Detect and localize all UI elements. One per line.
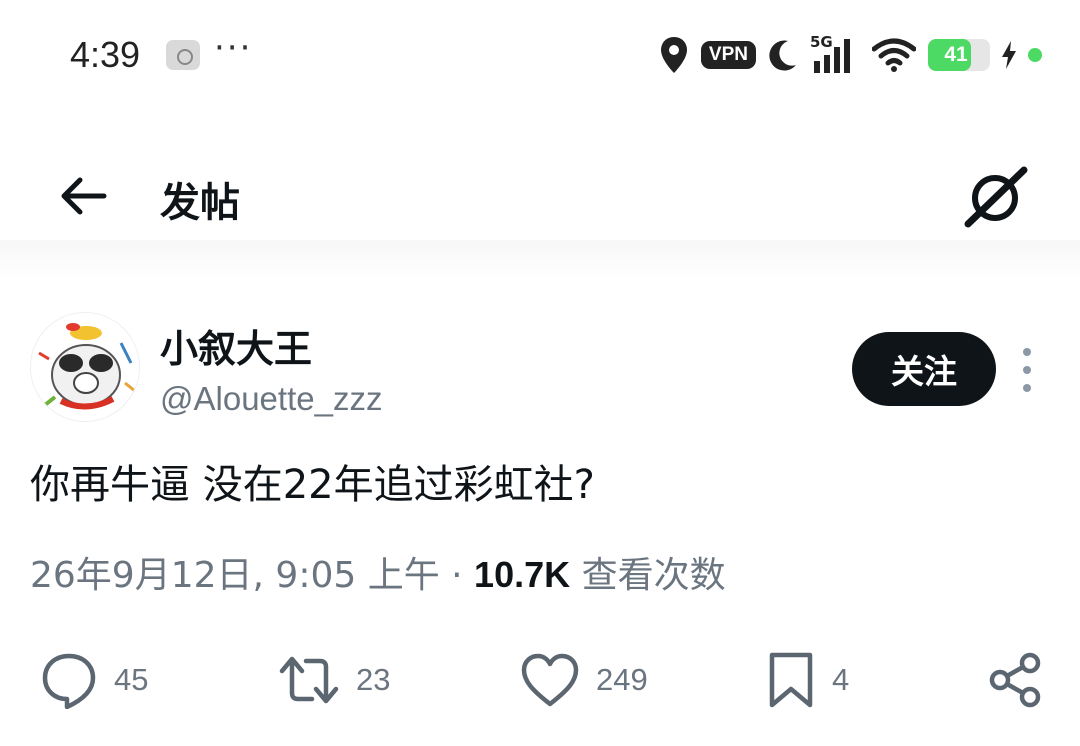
bookmark-button[interactable]: 4 xyxy=(766,650,849,710)
like-button[interactable]: 249 xyxy=(520,650,648,710)
bookmark-icon xyxy=(769,652,813,708)
network-type: 5G xyxy=(810,33,833,51)
more-dot-icon xyxy=(1023,348,1031,356)
charging-icon xyxy=(1002,41,1016,69)
repost-icon xyxy=(279,656,339,704)
status-time: 4:39 xyxy=(70,34,141,75)
repost-button[interactable]: 23 xyxy=(278,650,390,710)
grok-button[interactable] xyxy=(960,162,1030,232)
notification-app-icon xyxy=(166,40,200,70)
avatar-image xyxy=(31,313,139,421)
moon-icon xyxy=(769,40,796,71)
location-icon xyxy=(660,37,687,73)
bookmark-count: 4 xyxy=(832,662,850,697)
share-button[interactable] xyxy=(988,650,1044,710)
reply-icon xyxy=(42,653,96,709)
status-icons: VPN 5G 41 xyxy=(659,33,1042,76)
view-count[interactable]: 10.7K xyxy=(474,554,570,595)
post-meta: 26年9月12日, 9:05 上午 · 10.7K 查看次数 xyxy=(30,546,726,598)
avatar[interactable] xyxy=(30,312,140,422)
view-count-label: 查看次数 xyxy=(581,555,726,596)
share-icon xyxy=(989,652,1041,708)
battery-level: 41 xyxy=(944,43,968,66)
like-count: 249 xyxy=(596,662,648,697)
header-divider xyxy=(0,240,1080,280)
reply-button[interactable]: 45 xyxy=(40,650,148,710)
privacy-indicator-dot xyxy=(1028,48,1042,62)
signal-icon: 5G xyxy=(810,33,860,75)
more-options-button[interactable] xyxy=(1016,348,1038,392)
arrow-left-icon xyxy=(61,177,107,215)
action-bar: 45 23 249 4 xyxy=(0,640,1080,720)
post-text: 你再牛逼 没在22年追过彩虹社? xyxy=(30,462,595,508)
heart-icon xyxy=(521,653,579,707)
status-bar: 4:39 ··· VPN 5G 41 xyxy=(0,0,1080,110)
back-button[interactable] xyxy=(56,168,112,224)
page-title: 发帖 xyxy=(160,180,240,226)
follow-button[interactable]: 关注 xyxy=(852,332,996,406)
more-dot-icon xyxy=(1023,366,1031,374)
repost-count: 23 xyxy=(356,662,391,697)
more-dot-icon xyxy=(1023,384,1031,392)
more-notifications-icon: ··· xyxy=(214,28,253,68)
wifi-icon xyxy=(872,38,916,72)
post-timestamp[interactable]: 26年9月12日, 9:05 上午 · xyxy=(30,555,463,596)
author-name[interactable]: 小叙大王 xyxy=(160,318,312,373)
battery-indicator: 41 xyxy=(928,39,990,71)
reply-count: 45 xyxy=(114,662,149,697)
author-handle[interactable]: @Alouette_zzz xyxy=(160,380,382,418)
vpn-badge: VPN xyxy=(700,41,756,69)
grok-icon xyxy=(964,166,1028,228)
